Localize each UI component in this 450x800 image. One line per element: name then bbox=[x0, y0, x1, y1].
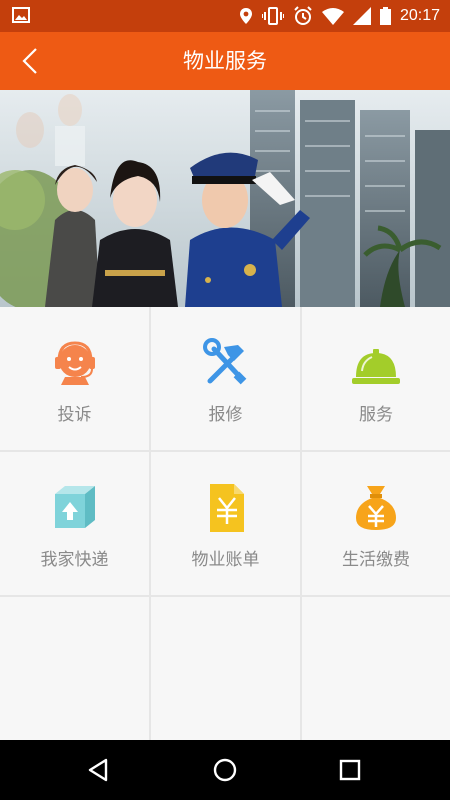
back-triangle-icon[interactable] bbox=[84, 755, 114, 785]
clock: 20:17 bbox=[399, 7, 440, 24]
empty-cell bbox=[302, 597, 450, 740]
service-utilities[interactable]: 生活缴费 bbox=[302, 452, 450, 595]
customer-service-headset-icon bbox=[54, 341, 95, 385]
alarm-icon bbox=[294, 6, 312, 25]
hammer-wrench-icon bbox=[202, 338, 246, 385]
package-box-icon bbox=[54, 486, 95, 528]
service-label: 物业账单 bbox=[191, 550, 260, 570]
service-bell-icon bbox=[352, 349, 400, 384]
service-repair[interactable]: 报修 bbox=[151, 307, 300, 450]
status-bar: 20:17 bbox=[0, 0, 450, 32]
service-label: 我家快递 bbox=[40, 550, 109, 570]
money-bag-icon bbox=[356, 486, 396, 530]
app-bar: 物业服务 bbox=[0, 32, 450, 90]
empty-cell bbox=[0, 597, 149, 740]
image-icon bbox=[12, 7, 30, 23]
signal-icon bbox=[352, 7, 371, 25]
battery-icon bbox=[379, 7, 391, 25]
service-complaint[interactable]: 投诉 bbox=[0, 307, 149, 450]
service-label: 服务 bbox=[359, 405, 393, 425]
bill-document-icon bbox=[209, 484, 244, 532]
service-service[interactable]: 服务 bbox=[302, 307, 450, 450]
vibrate-icon bbox=[261, 7, 284, 25]
property-staff-photo bbox=[0, 90, 450, 307]
banner-image bbox=[0, 90, 450, 307]
service-express[interactable]: 我家快递 bbox=[0, 452, 149, 595]
wifi-icon bbox=[321, 8, 344, 25]
recents-square-icon[interactable] bbox=[335, 755, 365, 785]
home-circle-icon[interactable] bbox=[210, 755, 240, 785]
page-title: 物业服务 bbox=[183, 49, 267, 73]
service-grid: 投诉 报修 服务 我家快递 物业账单 生活缴费 bbox=[0, 307, 450, 740]
system-nav-bar bbox=[0, 740, 450, 800]
service-label: 生活缴费 bbox=[342, 550, 410, 570]
service-label: 投诉 bbox=[57, 405, 92, 425]
service-bill[interactable]: 物业账单 bbox=[151, 452, 300, 595]
service-label: 报修 bbox=[208, 405, 243, 425]
empty-cell bbox=[151, 597, 300, 740]
location-icon bbox=[239, 8, 252, 24]
